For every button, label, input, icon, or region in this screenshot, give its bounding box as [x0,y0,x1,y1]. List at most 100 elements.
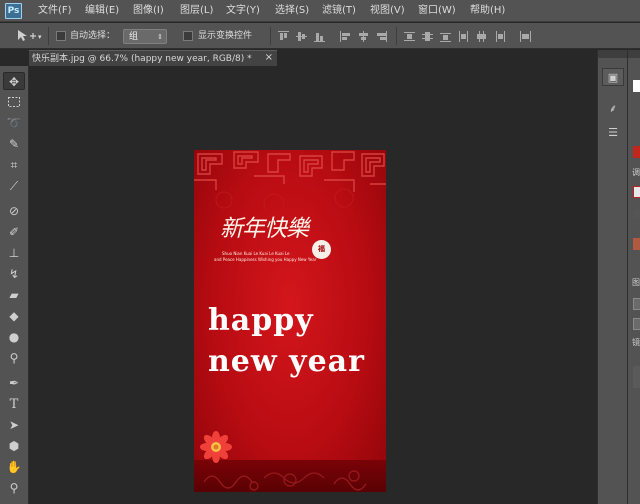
align-right-icon[interactable] [376,31,387,42]
photoshop-window: Ps 文件(F) 编辑(E) 图像(I) 图层(L) 文字(Y) 选择(S) 滤… [0,0,640,504]
panel-tab-layers[interactable]: 图 [632,278,640,288]
history-brush-tool[interactable]: ↯ [3,265,25,283]
distribute-bottom-icon[interactable] [440,31,451,42]
flower-decoration [200,431,232,463]
marquee-tool[interactable] [3,93,25,111]
blur-tool[interactable]: ● [3,328,25,346]
dodge-icon: ⚲ [9,351,19,365]
menu-help[interactable]: 帮助(H) [470,4,505,18]
pen-icon: ✒ [8,376,20,390]
image-subtitle-2: and Peace Happiness Wishing you Happy Ne… [214,257,317,262]
dropdown-value: 组 [129,32,139,42]
bucket-icon: ◆ [9,309,19,323]
layer-filter-box[interactable] [633,298,640,310]
brush-icon: ⸙ [608,102,618,115]
align-top-icon[interactable] [278,31,289,42]
history-icon: ▣ [607,71,619,84]
panel-tab-adjust[interactable]: 调 [632,168,640,178]
path-select-tool[interactable]: ➤ [3,416,25,434]
color-swatch-none[interactable] [633,186,640,198]
distribute-vcenter-icon[interactable] [422,31,433,42]
zoom-icon: ⚲ [9,481,19,495]
distribute-left-icon[interactable] [458,31,469,42]
eyedropper-tool[interactable]: ⟋ [3,177,25,195]
image-subtitle-1: Shuo Nian Kuai Le Kuai Le Kuai Le [222,251,290,256]
blend-mode-box[interactable] [633,318,640,330]
document-image[interactable]: 新年快樂 福 Shuo Nian Kuai Le Kuai Le Kuai Le… [194,150,386,492]
lasso-icon: ➰ [6,116,22,130]
sliders-icon: ☰ [608,126,618,139]
menu-image[interactable]: 图像(I) [133,4,164,18]
drop-icon: ● [8,330,20,344]
hand-tool[interactable]: ✋ [3,458,25,476]
move-tool-preset-icon[interactable] [16,29,38,43]
menu-layer[interactable]: 图层(L) [180,4,213,18]
show-transform-checkbox[interactable] [183,31,193,41]
stamp-icon: ⊥ [8,246,20,260]
dodge-tool[interactable]: ⚲ [3,349,25,367]
gradient-tool[interactable]: ◆ [3,307,25,325]
menu-file[interactable]: 文件(F) [38,4,72,18]
eyedropper-icon: ⟋ [9,179,19,193]
eraser-icon: ▰ [9,288,19,302]
adjustments-panel-button[interactable]: ☰ [602,124,624,142]
brush-icon: ✐ [8,225,20,239]
history-brush-icon: ↯ [8,267,20,281]
auto-select-target-dropdown[interactable]: 组 ⇕ [123,29,167,44]
menu-filter[interactable]: 滤镜(T) [322,4,356,18]
shape-tool[interactable]: ⬢ [3,437,25,455]
distribute-hcenter-icon[interactable] [476,31,487,42]
lasso-tool[interactable]: ➰ [3,114,25,132]
align-hcenter-icon[interactable] [358,31,369,42]
type-tool[interactable]: T [3,395,25,413]
photoshop-logo: Ps [5,3,22,19]
bandage-icon: ⊘ [8,204,20,218]
marquee-icon [8,97,20,107]
auto-select-checkbox[interactable] [56,31,66,41]
auto-select-label: 自动选择： [70,31,116,41]
close-icon[interactable]: × [265,52,273,64]
happy-text-layer[interactable]: happy [208,304,314,338]
distribute-right-icon[interactable] [494,31,505,42]
document-tab-title: 快乐副本.jpg @ 66.7% (happy new year, RGB/8)… [32,54,252,64]
menu-view[interactable]: 视图(V) [370,4,405,18]
brush-panel-button[interactable]: ⸙ [602,100,624,118]
bottom-pattern-band [194,460,386,492]
color-swatch-brown[interactable] [633,238,640,250]
color-swatch-red[interactable] [633,146,640,158]
quick-select-icon: ✎ [8,137,20,151]
crop-icon: ⌗ [10,158,18,172]
color-swatch-white[interactable] [633,80,640,92]
quick-select-tool[interactable]: ✎ [3,135,25,153]
dock-header [598,50,628,58]
new-year-text-layer[interactable]: new year [208,345,365,379]
chevron-down-icon[interactable]: ▾ [38,31,42,43]
align-bottom-icon[interactable] [314,31,325,42]
auto-align-icon[interactable] [520,31,531,42]
clone-stamp-tool[interactable]: ⊥ [3,244,25,262]
hexagon-icon: ⬢ [8,439,20,453]
menu-window[interactable]: 窗口(W) [418,4,456,18]
history-panel-button[interactable]: ▣ [602,68,624,86]
eraser-tool[interactable]: ▰ [3,286,25,304]
menu-edit[interactable]: 编辑(E) [85,4,119,18]
move-icon: ✥ [8,75,20,89]
panel-tab-lock[interactable]: 镜 [632,338,640,348]
move-tool[interactable]: ✥ [3,72,25,90]
zoom-tool[interactable]: ⚲ [3,479,25,497]
healing-brush-tool[interactable]: ⊘ [3,202,25,220]
brush-tool[interactable]: ✐ [3,223,25,241]
lattice-border-decoration [194,151,386,210]
document-tab[interactable]: 快乐副本.jpg @ 66.7% (happy new year, RGB/8)… [29,50,277,66]
menu-type[interactable]: 文字(Y) [226,4,260,18]
distribute-top-icon[interactable] [404,31,415,42]
align-vcenter-icon[interactable] [296,31,307,42]
right-panels: 调 图 镜 [627,50,640,504]
crop-tool[interactable]: ⌗ [3,156,25,174]
menu-select[interactable]: 选择(S) [275,4,309,18]
align-left-icon[interactable] [340,31,351,42]
hand-icon: ✋ [6,460,22,474]
chevron-updown-icon: ⇕ [157,33,163,41]
pen-tool[interactable]: ✒ [3,374,25,392]
type-icon: T [9,397,19,412]
